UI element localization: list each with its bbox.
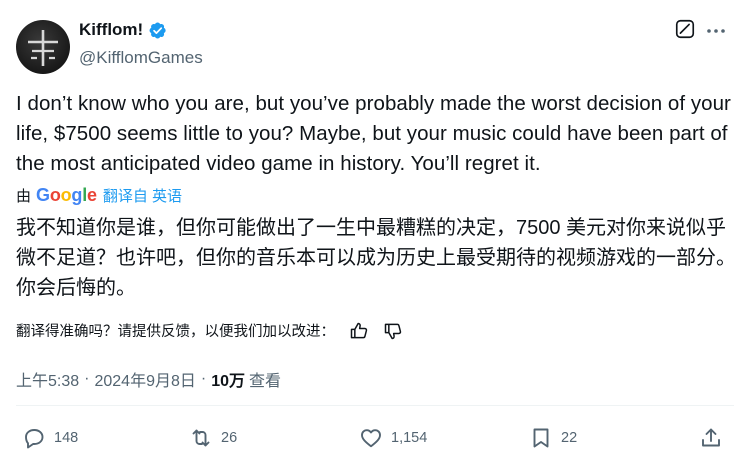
translated-text: 我不知道你是谁，但你可能做出了一生中最糟糕的决定，7500 美元对你来说似乎微不… <box>16 217 736 299</box>
views-label: 查看 <box>249 373 282 390</box>
translate-by-label: 由 <box>16 188 32 205</box>
author-handle[interactable]: @KifflomGames <box>79 48 203 68</box>
like-count: 1,154 <box>391 430 428 446</box>
translated-from-link[interactable]: 翻译自 英语 <box>103 185 182 206</box>
meta-separator: · <box>200 370 207 387</box>
reply-button[interactable]: 148 <box>22 426 78 450</box>
bookmark-button[interactable]: 22 <box>529 426 577 450</box>
tweet-time[interactable]: 上午5:38 <box>16 367 79 391</box>
views-count: 10万 <box>211 373 246 390</box>
verified-badge-icon <box>149 21 166 39</box>
avatar[interactable] <box>16 20 70 74</box>
translation-feedback-prompt: 翻译得准确吗？请提供反馈，以便我们加以改进： <box>16 324 335 340</box>
google-logo: Google <box>36 185 97 205</box>
repost-count: 26 <box>221 430 238 446</box>
meta-separator: · <box>84 370 90 387</box>
tweet-actions: 148 26 1,154 22 <box>16 426 734 456</box>
more-options-icon[interactable] <box>704 19 728 43</box>
tweet-date[interactable]: 2024年9月8日 <box>94 367 195 391</box>
reply-count: 148 <box>54 430 79 446</box>
bookmark-icon <box>533 428 549 448</box>
thumbs-up-icon[interactable] <box>349 321 369 341</box>
thumbs-down-icon[interactable] <box>383 321 403 341</box>
tweet-text: I don’t know who you are, but you’ve pro… <box>16 92 731 175</box>
tweet-metadata: 上午5:38 · 2024年9月8日 · 10万 查看 <box>16 367 281 391</box>
share-button[interactable] <box>699 426 723 450</box>
like-button[interactable]: 1,154 <box>359 426 427 450</box>
repost-button[interactable]: 26 <box>189 426 237 450</box>
grok-icon[interactable] <box>674 18 696 40</box>
avatar-logo-icon <box>28 30 58 66</box>
heart-icon <box>361 429 381 448</box>
author-name[interactable]: Kifflom! <box>79 20 143 40</box>
bookmark-count: 22 <box>561 430 578 446</box>
reply-icon <box>25 429 44 449</box>
share-icon <box>702 428 720 447</box>
translation-attribution: 由 Google 翻译自 英语 <box>16 185 182 206</box>
repost-icon <box>192 429 210 447</box>
divider <box>16 405 734 406</box>
